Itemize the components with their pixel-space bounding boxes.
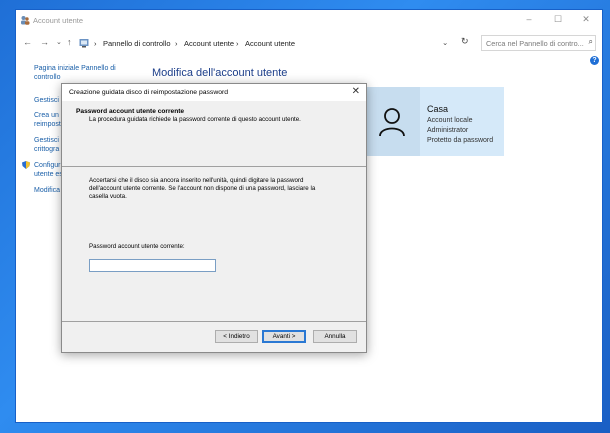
divider bbox=[62, 321, 366, 322]
address-bar: ← → ⌄ ↑ › Pannello di controllo › Accoun… bbox=[16, 34, 602, 52]
help-icon[interactable]: ? bbox=[590, 56, 599, 65]
wizard-body: Accertarsi che il disco sia ancora inser… bbox=[62, 167, 366, 320]
back-arrow-icon[interactable]: ← bbox=[23, 37, 32, 47]
search-icon: ⌕ bbox=[588, 37, 593, 46]
sidebar-item-manage-encryption[interactable]: Gestisci i crittogra bbox=[34, 136, 62, 154]
address-dropdown-icon[interactable]: ⌄ bbox=[442, 38, 448, 47]
breadcrumb: › Pannello di controllo › Account utente… bbox=[79, 35, 454, 51]
breadcrumb-user-accounts[interactable]: Account utente bbox=[184, 39, 234, 48]
account-role: Administrator bbox=[427, 127, 469, 134]
sidebar-item-manage-credentials[interactable]: Gestisci l bbox=[34, 96, 62, 105]
wizard-header: Password account utente corrente La proc… bbox=[62, 101, 366, 167]
breadcrumb-separator: › bbox=[94, 39, 97, 48]
wizard-step-title: Password account utente corrente bbox=[76, 108, 185, 115]
close-icon[interactable]: ✕ bbox=[352, 86, 360, 97]
user-info-panel: Casa Account locale Administrator Protet… bbox=[364, 87, 504, 156]
refresh-icon[interactable]: ↻ bbox=[461, 36, 469, 47]
wizard-step-subtitle: La procedura guidata richiede la passwor… bbox=[89, 116, 301, 123]
sidebar-item-control-panel-home[interactable]: Pagina iniziale Pannello di controllo bbox=[34, 64, 116, 82]
breadcrumb-separator: › bbox=[175, 39, 178, 48]
page-title: Modifica dell'account utente bbox=[152, 67, 288, 79]
dialog-title: Creazione guidata disco di reimpostazion… bbox=[69, 89, 229, 96]
search-placeholder: Cerca nel Pannello di contro... bbox=[486, 39, 584, 48]
up-arrow-icon[interactable]: ↑ bbox=[67, 37, 72, 47]
wizard-instructions: Accertarsi che il disco sia ancora inser… bbox=[89, 177, 316, 200]
sidebar-item-configure-profile[interactable]: Configur utente es bbox=[34, 161, 63, 179]
current-password-field[interactable] bbox=[89, 259, 216, 272]
recent-locations-icon[interactable]: ⌄ bbox=[56, 38, 62, 46]
avatar bbox=[364, 87, 420, 156]
users-icon bbox=[21, 16, 30, 25]
dialog-title-bar: Creazione guidata disco di reimpostazion… bbox=[62, 84, 366, 101]
sidebar-item-create-reset-disk[interactable]: Crea un c reimpost bbox=[34, 111, 64, 129]
window-title: Account utente bbox=[33, 16, 84, 25]
maximize-button[interactable]: ☐ bbox=[551, 14, 565, 25]
breadcrumb-user-accounts-current[interactable]: Account utente bbox=[245, 39, 295, 48]
next-button[interactable]: Avanti > bbox=[262, 330, 306, 343]
search-input[interactable]: Cerca nel Pannello di contro... ⌕ bbox=[481, 35, 596, 51]
password-status: Protetto da password bbox=[427, 137, 494, 144]
user-avatar-icon bbox=[379, 108, 405, 137]
title-bar: Account utente – ☐ ✕ bbox=[16, 10, 602, 32]
control-panel-icon bbox=[79, 39, 89, 48]
minimize-button[interactable]: – bbox=[522, 14, 536, 24]
back-button[interactable]: < Indietro bbox=[215, 330, 258, 343]
forward-arrow-icon[interactable]: → bbox=[40, 37, 49, 47]
password-label: Password account utente corrente: bbox=[89, 243, 185, 250]
close-window-button[interactable]: ✕ bbox=[579, 14, 593, 25]
sidebar-item-modify-env[interactable]: Modifica bbox=[34, 186, 60, 195]
cancel-button[interactable]: Annulla bbox=[313, 330, 357, 343]
breadcrumb-control-panel[interactable]: Pannello di controllo bbox=[103, 39, 171, 48]
reset-password-wizard-dialog: Creazione guidata disco di reimpostazion… bbox=[61, 83, 367, 353]
shield-icon bbox=[22, 161, 30, 169]
account-type: Account locale bbox=[427, 117, 473, 124]
user-name: Casa bbox=[427, 104, 449, 114]
breadcrumb-separator: › bbox=[236, 39, 239, 48]
